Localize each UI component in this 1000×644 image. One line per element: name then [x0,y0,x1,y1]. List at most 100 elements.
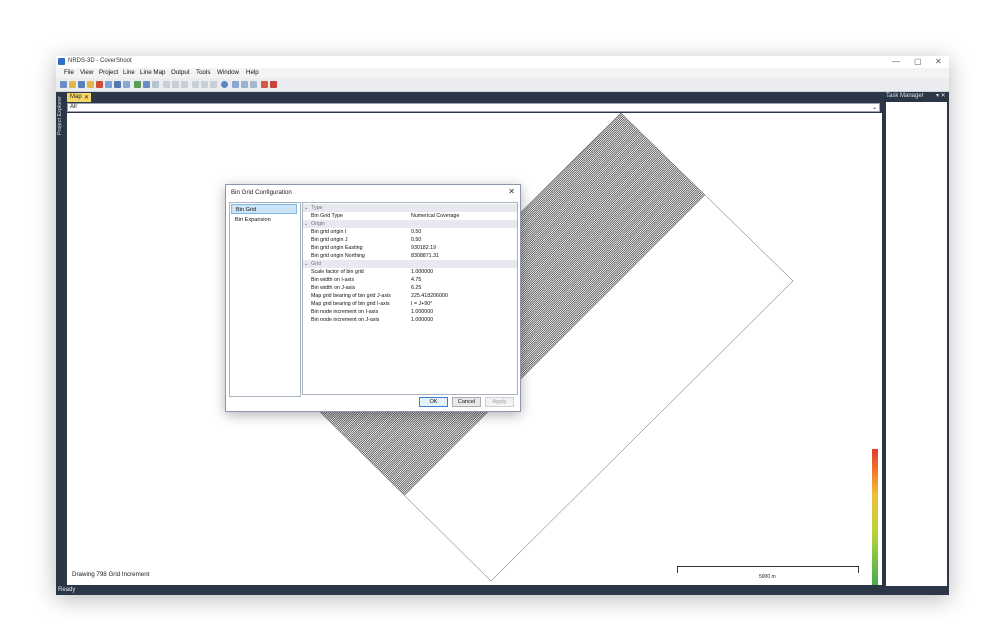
chevron-down-icon: ⌄ [871,105,877,111]
survey-line [67,113,109,583]
toolbar [56,78,949,92]
survey-line [67,113,82,583]
property-row[interactable]: Bin width on I-axis 4.75 [303,276,517,284]
property-row[interactable]: Bin node increment on I-axis 1.000000 [303,308,517,316]
globe-icon[interactable] [114,81,121,88]
menu-file[interactable]: File [64,69,74,76]
window-title: NRDS-3D - CoverShoot [68,58,132,64]
category-origin[interactable]: ⌄ Origin [303,220,517,228]
property-row[interactable]: Bin grid origin I 0.50 [303,228,517,236]
map-icon[interactable] [241,81,248,88]
chevron-down-icon: ⌄ [304,205,309,211]
settings-icon[interactable] [152,81,159,88]
property-row[interactable]: Scale factor of bin grid 1.000000 [303,268,517,276]
flag-icon[interactable] [261,81,268,88]
survey-line [67,113,208,583]
survey-line [67,113,89,583]
survey-line [67,113,170,583]
survey-line [67,113,115,583]
chart-icon[interactable] [134,81,141,88]
survey-line [67,113,78,583]
menu-project[interactable]: Project [99,69,118,76]
survey-line [67,113,131,583]
ok-button[interactable]: OK [419,397,448,407]
survey-line [67,113,206,583]
open-folder-icon[interactable] [69,81,76,88]
property-row[interactable]: Map grid bearing of bin grid J-axis 225.… [303,292,517,300]
survey-line [67,113,100,583]
new-file-icon[interactable] [60,81,67,88]
survey-line [67,113,162,583]
menu-line-map[interactable]: Line Map [140,69,165,76]
survey-line [67,113,175,583]
property-row[interactable]: Map grid bearing of bin grid I-axis I = … [303,300,517,308]
menu-help[interactable]: Help [246,69,259,76]
save-icon[interactable] [78,81,85,88]
survey-line [67,113,195,583]
survey-line [67,113,203,583]
apply-button[interactable]: Apply [485,397,514,407]
survey-line [67,113,245,583]
tab-map[interactable]: Map ✕ [67,93,91,102]
survey-line [67,113,135,583]
zoom-icon[interactable] [232,81,239,88]
survey-line [67,113,221,583]
survey-line [67,113,71,583]
copy-icon[interactable] [172,81,179,88]
property-row[interactable]: Bin node increment on J-axis 1.000000 [303,316,517,324]
survey-line [67,113,239,583]
folder-icon[interactable] [87,81,94,88]
layers-icon[interactable] [96,81,103,88]
line-icon[interactable] [143,81,150,88]
chevron-down-icon: ⌄ [304,261,309,267]
task-manager-title: Task Manager [886,93,924,99]
project-explorer-tab[interactable]: Project Explorer [56,92,64,586]
property-row[interactable]: Bin Grid Type Numerical Coverage [303,212,517,220]
property-row[interactable]: Bin grid origin Northing 8308871.31 [303,252,517,260]
grid-icon[interactable] [105,81,112,88]
menu-bar: File View Project Line Line Map Output T… [56,68,949,78]
refresh-icon[interactable] [221,81,228,88]
menu-view[interactable]: View [80,69,93,76]
property-row[interactable]: Bin width on J-axis 6.25 [303,284,517,292]
cut-icon[interactable] [163,81,170,88]
table-icon[interactable] [123,81,130,88]
survey-line [67,113,93,583]
menu-window[interactable]: Window [217,69,239,76]
menu-line[interactable]: Line [123,69,135,76]
minimize-button[interactable]: — [892,57,900,66]
category-type[interactable]: ⌄ Type [303,204,517,212]
survey-line [67,113,124,583]
survey-line [67,113,219,583]
survey-line [67,113,142,583]
nav-item-bin-grid[interactable]: Bin Grid [231,204,297,214]
delete-icon[interactable] [210,81,217,88]
survey-line [67,113,214,583]
layer-filter-select[interactable]: All ⌄ [67,103,880,112]
survey-line [67,113,188,583]
undo-icon[interactable] [192,81,199,88]
chevron-down-icon: ⌄ [304,221,309,227]
maximize-button[interactable]: ▢ [914,57,922,66]
close-window-button[interactable]: ✕ [935,57,942,66]
stop-icon[interactable] [270,81,277,88]
menu-tools[interactable]: Tools [196,69,210,76]
survey-line [67,113,113,583]
survey-line [67,113,223,583]
survey-line [67,113,197,583]
task-manager-controls[interactable]: ▾ ✕ [936,92,946,99]
nav-item-bin-expansion[interactable]: Bin Expansion [231,215,297,225]
redo-icon[interactable] [201,81,208,88]
measure-icon[interactable] [250,81,257,88]
property-row[interactable]: Bin grid origin Easting 930182.19 [303,244,517,252]
menu-output[interactable]: Output [171,69,190,76]
project-explorer-label: Project Explorer [57,96,63,136]
close-tab-icon[interactable]: ✕ [84,94,89,101]
survey-line [67,113,241,583]
property-row[interactable]: Bin grid origin J 0.50 [303,236,517,244]
paste-icon[interactable] [181,81,188,88]
cancel-button[interactable]: Cancel [452,397,481,407]
close-icon[interactable]: ✕ [508,187,515,196]
survey-line [67,113,173,583]
category-grid[interactable]: ⌄ Grid [303,260,517,268]
